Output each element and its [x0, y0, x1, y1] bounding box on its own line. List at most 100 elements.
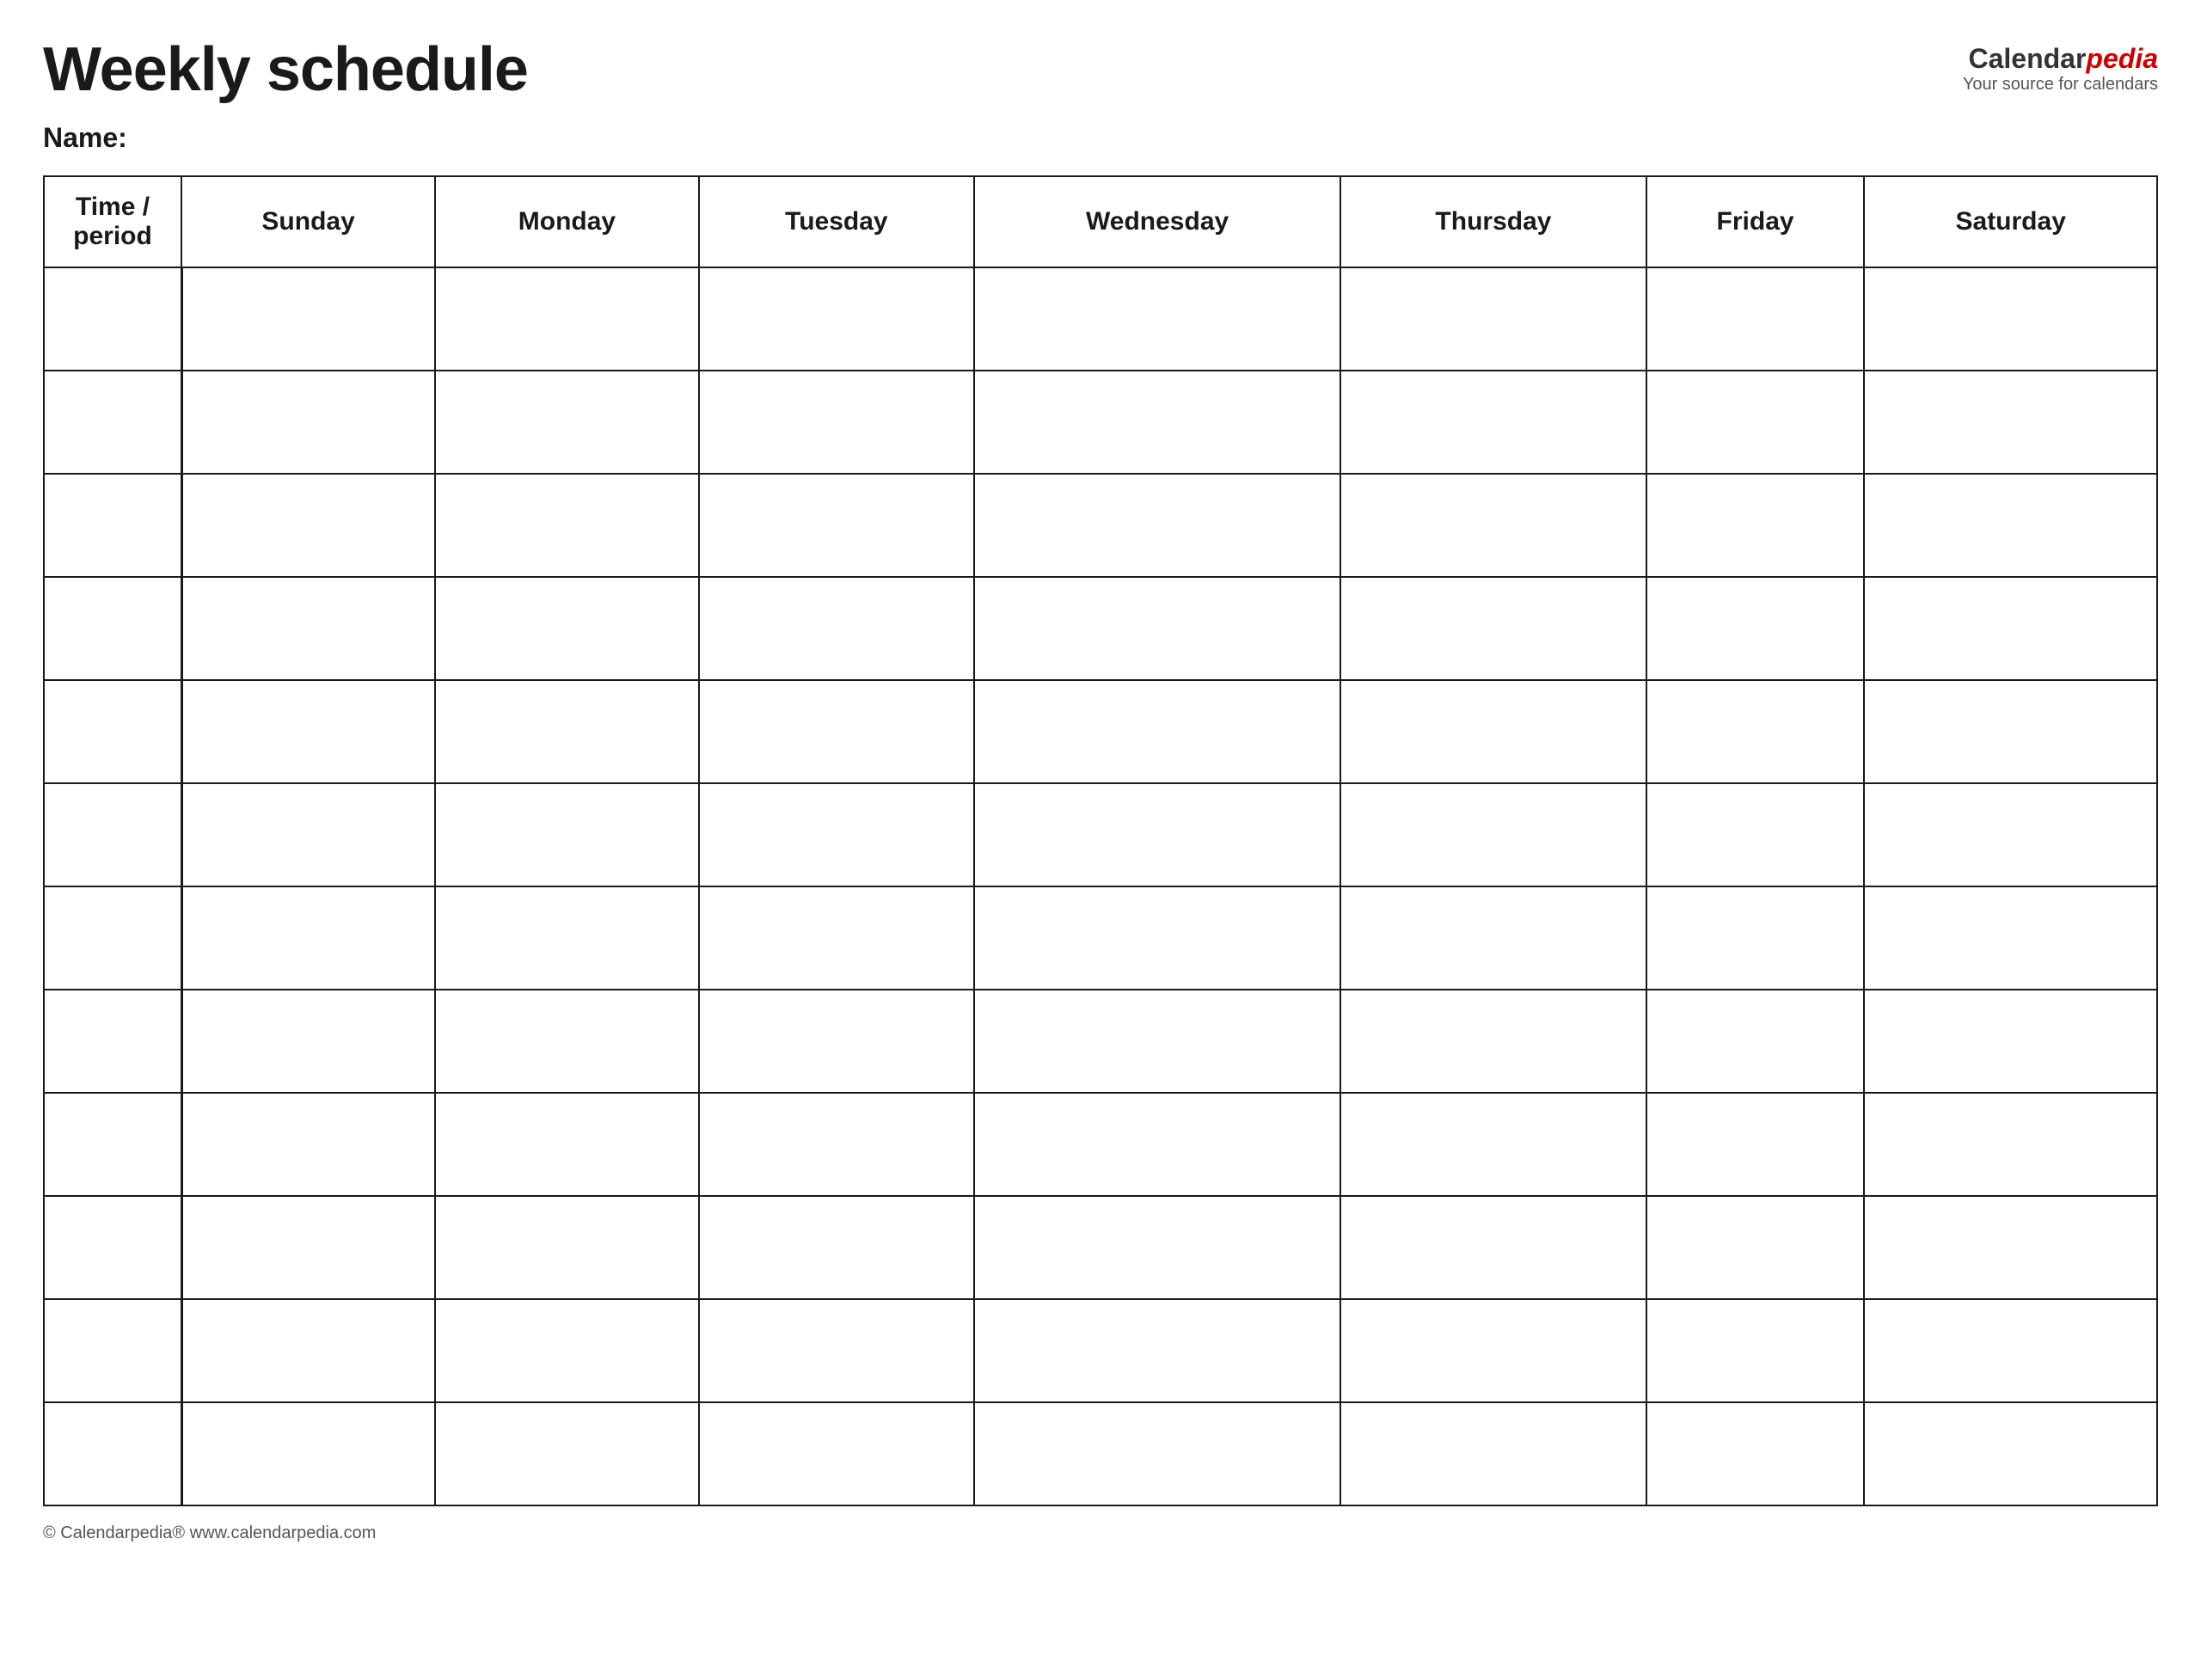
schedule-cell[interactable]: [181, 1402, 435, 1505]
schedule-cell[interactable]: [1340, 1093, 1646, 1196]
schedule-cell[interactable]: [435, 990, 698, 1093]
schedule-cell[interactable]: [435, 680, 698, 783]
schedule-cell[interactable]: [1340, 267, 1646, 371]
time-cell[interactable]: [44, 1299, 181, 1402]
schedule-cell[interactable]: [435, 1299, 698, 1402]
schedule-cell[interactable]: [1340, 474, 1646, 577]
table-row: [44, 1093, 2157, 1196]
schedule-cell[interactable]: [1340, 1196, 1646, 1299]
time-cell[interactable]: [44, 680, 181, 783]
schedule-cell[interactable]: [1864, 371, 2157, 474]
schedule-cell[interactable]: [1646, 267, 1865, 371]
schedule-cell[interactable]: [181, 1299, 435, 1402]
schedule-cell[interactable]: [699, 474, 974, 577]
schedule-cell[interactable]: [1864, 1402, 2157, 1505]
schedule-cell[interactable]: [699, 783, 974, 886]
schedule-cell[interactable]: [1864, 783, 2157, 886]
table-row: [44, 990, 2157, 1093]
schedule-cell[interactable]: [1340, 371, 1646, 474]
schedule-cell[interactable]: [699, 577, 974, 680]
schedule-cell[interactable]: [699, 1402, 974, 1505]
schedule-cell[interactable]: [974, 990, 1340, 1093]
logo-calendar: Calendar: [1968, 43, 2086, 74]
schedule-cell[interactable]: [974, 1299, 1340, 1402]
schedule-cell[interactable]: [974, 783, 1340, 886]
schedule-cell[interactable]: [435, 474, 698, 577]
schedule-cell[interactable]: [974, 886, 1340, 990]
schedule-cell[interactable]: [1864, 577, 2157, 680]
schedule-cell[interactable]: [435, 577, 698, 680]
schedule-cell[interactable]: [1864, 1093, 2157, 1196]
schedule-cell[interactable]: [181, 990, 435, 1093]
schedule-cell[interactable]: [1646, 1093, 1865, 1196]
schedule-cell[interactable]: [974, 474, 1340, 577]
time-cell[interactable]: [44, 990, 181, 1093]
time-cell[interactable]: [44, 1093, 181, 1196]
schedule-cell[interactable]: [974, 1402, 1340, 1505]
time-cell[interactable]: [44, 577, 181, 680]
schedule-cell[interactable]: [181, 886, 435, 990]
time-cell[interactable]: [44, 1196, 181, 1299]
schedule-cell[interactable]: [1646, 1299, 1865, 1402]
schedule-cell[interactable]: [181, 680, 435, 783]
schedule-cell[interactable]: [1646, 990, 1865, 1093]
schedule-cell[interactable]: [1646, 577, 1865, 680]
schedule-cell[interactable]: [699, 1196, 974, 1299]
schedule-cell[interactable]: [1864, 1299, 2157, 1402]
schedule-cell[interactable]: [181, 783, 435, 886]
schedule-cell[interactable]: [181, 371, 435, 474]
schedule-cell[interactable]: [1864, 1196, 2157, 1299]
time-cell[interactable]: [44, 267, 181, 371]
schedule-cell[interactable]: [1646, 1196, 1865, 1299]
schedule-cell[interactable]: [181, 267, 435, 371]
schedule-cell[interactable]: [699, 371, 974, 474]
page-title: Weekly schedule: [43, 34, 528, 105]
schedule-cell[interactable]: [974, 1196, 1340, 1299]
schedule-cell[interactable]: [1864, 886, 2157, 990]
time-cell[interactable]: [44, 474, 181, 577]
schedule-cell[interactable]: [1340, 886, 1646, 990]
schedule-cell[interactable]: [435, 886, 698, 990]
schedule-cell[interactable]: [435, 1093, 698, 1196]
schedule-cell[interactable]: [181, 1196, 435, 1299]
schedule-cell[interactable]: [1646, 783, 1865, 886]
schedule-cell[interactable]: [1864, 267, 2157, 371]
schedule-cell[interactable]: [1646, 474, 1865, 577]
schedule-cell[interactable]: [1646, 1402, 1865, 1505]
schedule-cell[interactable]: [1340, 783, 1646, 886]
schedule-cell[interactable]: [1340, 1402, 1646, 1505]
schedule-cell[interactable]: [181, 474, 435, 577]
schedule-cell[interactable]: [435, 371, 698, 474]
schedule-cell[interactable]: [435, 267, 698, 371]
time-cell[interactable]: [44, 886, 181, 990]
schedule-cell[interactable]: [1864, 680, 2157, 783]
schedule-cell[interactable]: [181, 577, 435, 680]
schedule-cell[interactable]: [699, 1093, 974, 1196]
schedule-cell[interactable]: [699, 990, 974, 1093]
schedule-cell[interactable]: [435, 783, 698, 886]
schedule-cell[interactable]: [1646, 680, 1865, 783]
schedule-cell[interactable]: [699, 267, 974, 371]
schedule-cell[interactable]: [699, 886, 974, 990]
time-cell[interactable]: [44, 783, 181, 886]
schedule-cell[interactable]: [435, 1402, 698, 1505]
schedule-cell[interactable]: [974, 680, 1340, 783]
schedule-cell[interactable]: [1340, 1299, 1646, 1402]
time-cell[interactable]: [44, 1402, 181, 1505]
schedule-cell[interactable]: [974, 371, 1340, 474]
schedule-cell[interactable]: [974, 1093, 1340, 1196]
schedule-cell[interactable]: [1864, 990, 2157, 1093]
schedule-cell[interactable]: [181, 1093, 435, 1196]
schedule-cell[interactable]: [699, 680, 974, 783]
schedule-cell[interactable]: [435, 1196, 698, 1299]
schedule-cell[interactable]: [1340, 990, 1646, 1093]
schedule-cell[interactable]: [699, 1299, 974, 1402]
schedule-cell[interactable]: [974, 267, 1340, 371]
time-cell[interactable]: [44, 371, 181, 474]
schedule-cell[interactable]: [974, 577, 1340, 680]
schedule-cell[interactable]: [1864, 474, 2157, 577]
schedule-cell[interactable]: [1646, 371, 1865, 474]
schedule-cell[interactable]: [1646, 886, 1865, 990]
schedule-cell[interactable]: [1340, 680, 1646, 783]
schedule-cell[interactable]: [1340, 577, 1646, 680]
